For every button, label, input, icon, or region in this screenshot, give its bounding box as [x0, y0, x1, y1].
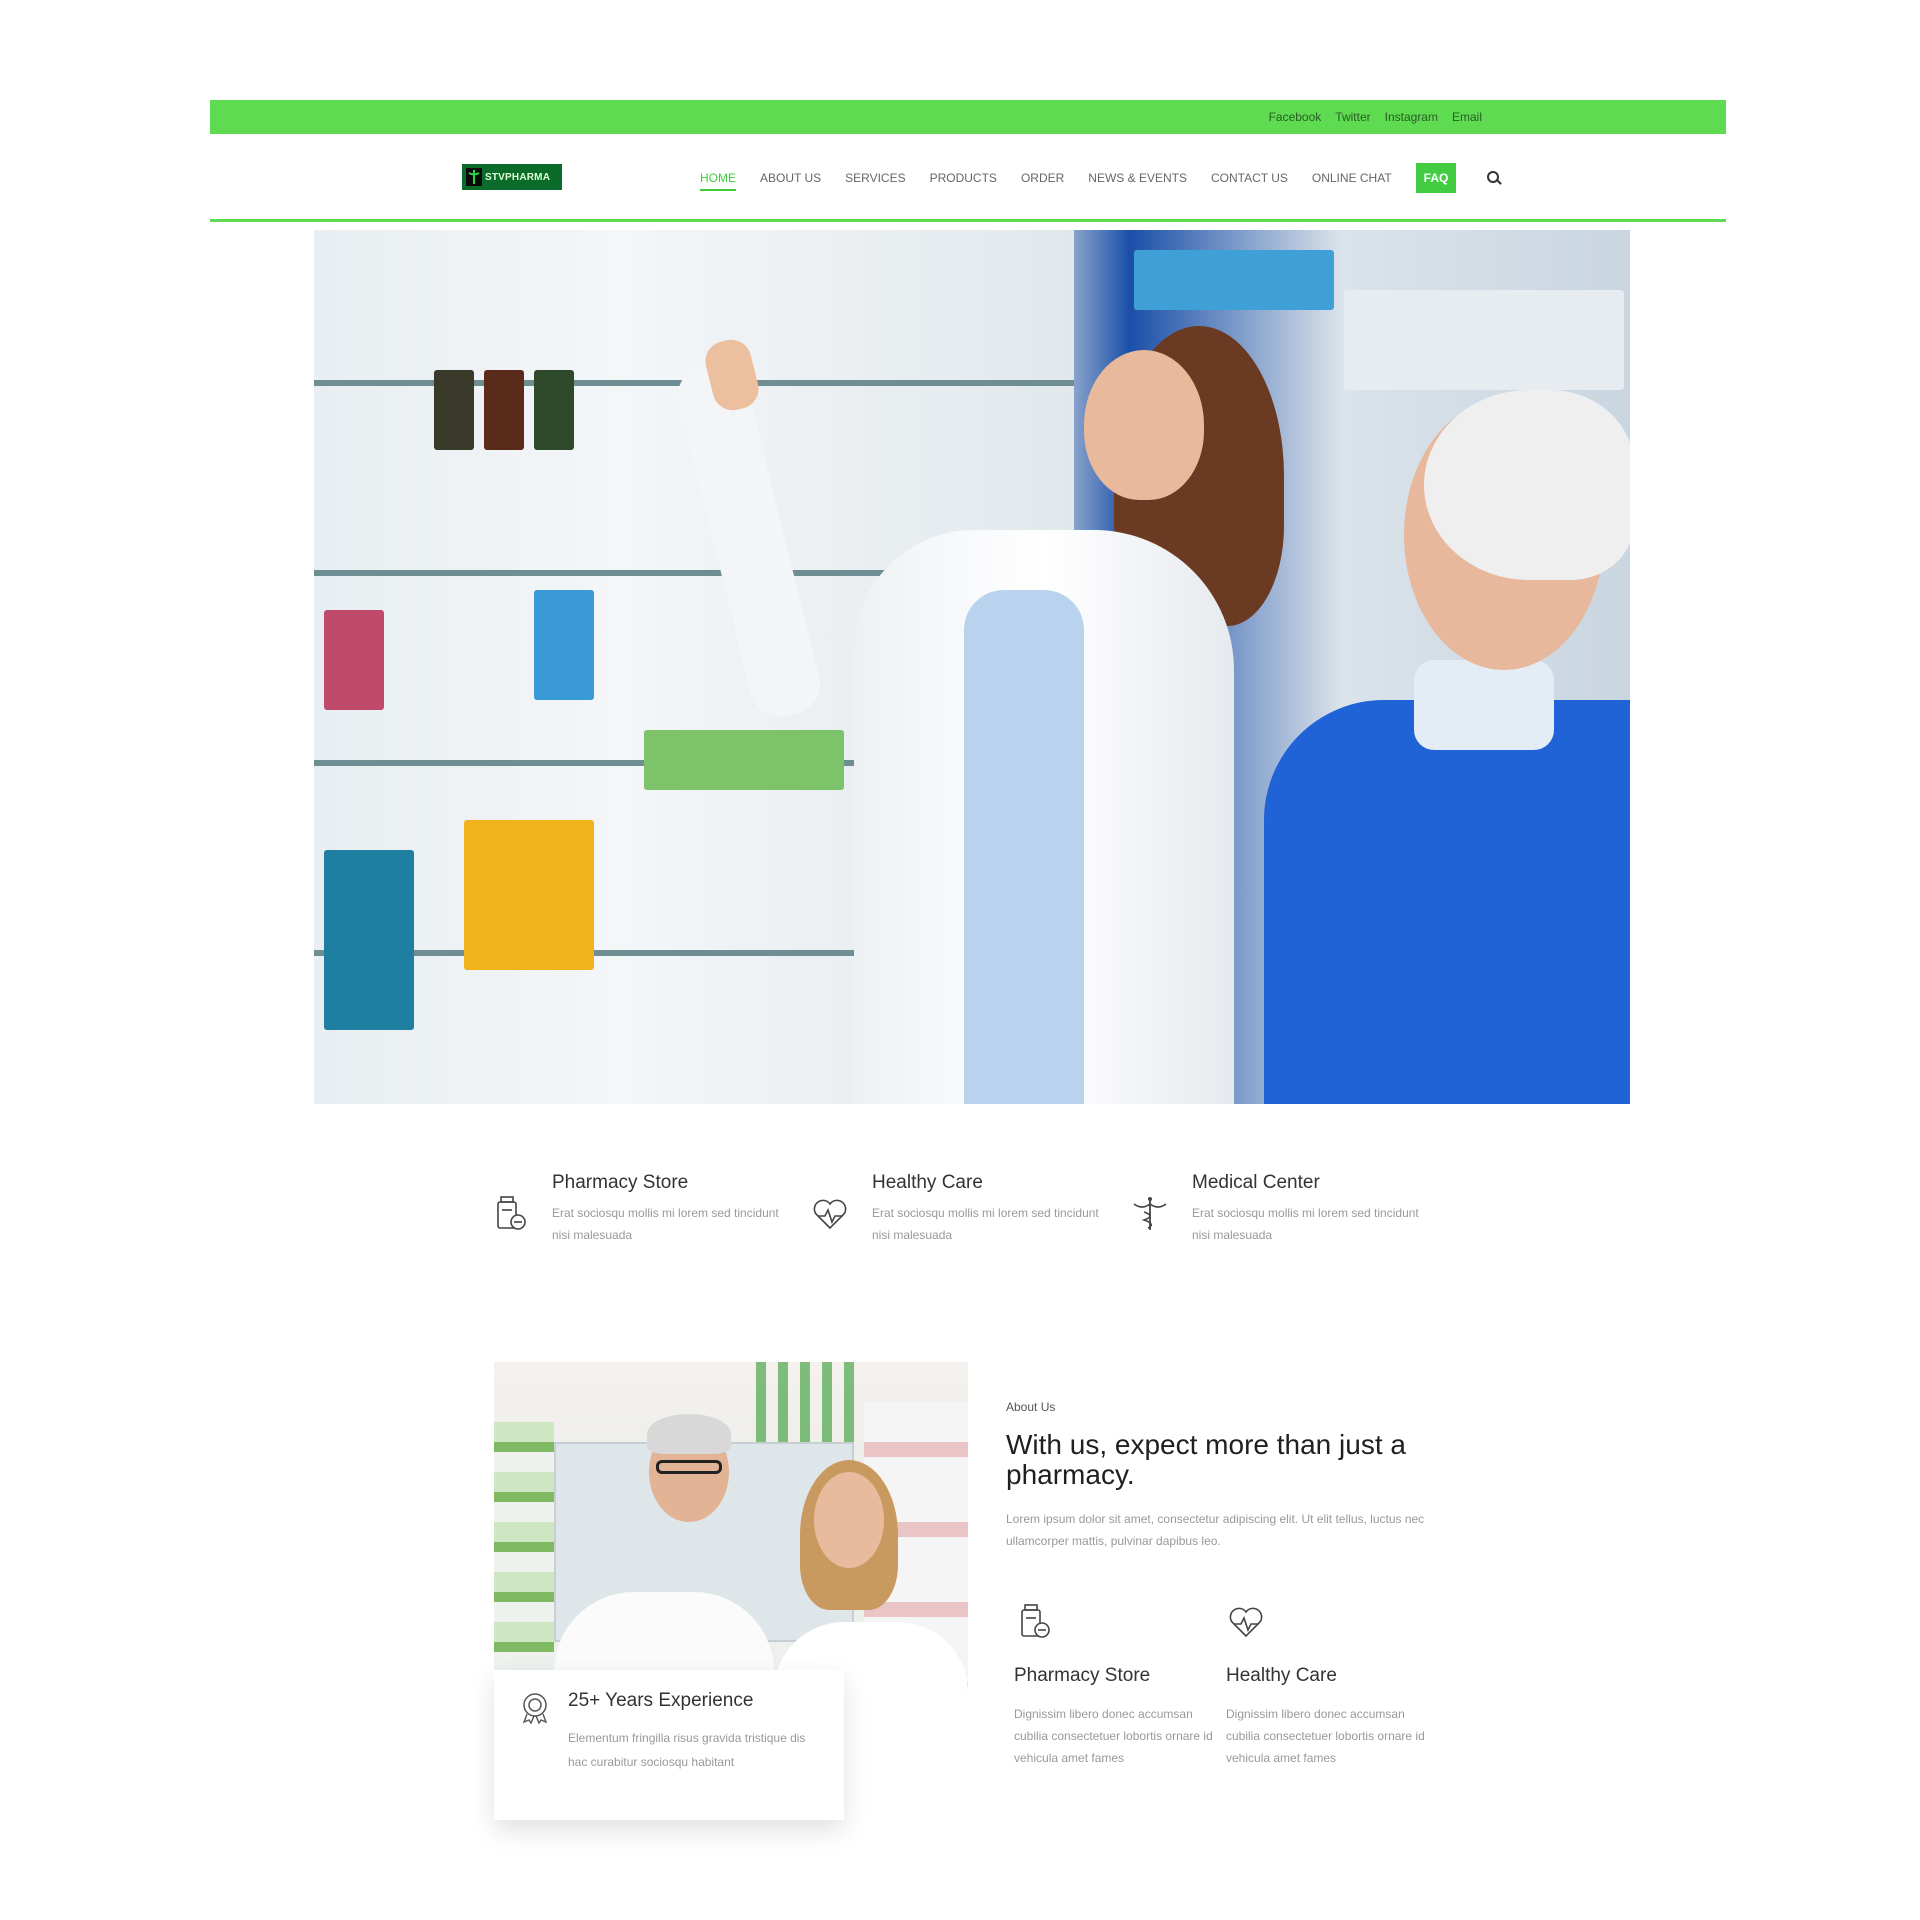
nav-online-chat[interactable]: ONLINE CHAT — [1312, 167, 1392, 189]
about-item-title: Healthy Care — [1226, 1665, 1337, 1686]
experience-text: Elementum fringilla risus gravida tristi… — [568, 1731, 806, 1769]
feature-text: Erat sociosqu mollis mi lorem sed tincid… — [1192, 1206, 1419, 1242]
bottle — [484, 370, 524, 450]
product-box — [644, 730, 844, 790]
doctor-hair — [647, 1414, 731, 1454]
faq-button[interactable]: FAQ — [1415, 163, 1457, 193]
facebook-link[interactable]: Facebook — [1269, 110, 1322, 124]
heart-pulse-icon — [813, 1199, 847, 1230]
feature-text: Erat sociosqu mollis mi lorem sed tincid… — [552, 1206, 779, 1242]
product-box — [324, 850, 414, 1030]
shelf — [494, 1422, 554, 1682]
nav-home[interactable]: HOME — [700, 167, 736, 191]
site-logo[interactable]: STVPHARMA — [462, 164, 562, 190]
product-box — [464, 820, 594, 970]
logo-icon — [466, 168, 482, 186]
instagram-link[interactable]: Instagram — [1385, 110, 1438, 124]
twitter-link[interactable]: Twitter — [1335, 110, 1370, 124]
heart-pulse-icon — [1229, 1607, 1263, 1638]
feature-title: Medical Center — [1192, 1172, 1320, 1193]
features-row: Pharmacy Store Erat sociosqu mollis mi l… — [490, 1172, 1450, 1246]
about-section: About Us With us, expect more than just … — [1006, 1400, 1446, 1552]
about-eyebrow: About Us — [1006, 1400, 1056, 1414]
about-lead: Lorem ipsum dolor sit amet, consectetur … — [1006, 1512, 1425, 1548]
site-header: STVPHARMA HOME ABOUT US SERVICES PRODUCT… — [210, 134, 1726, 222]
feature-medical-center: Medical Center Erat sociosqu mollis mi l… — [1130, 1172, 1450, 1246]
award-icon — [522, 1693, 548, 1724]
main-nav: HOME ABOUT US SERVICES PRODUCTS ORDER NE… — [700, 158, 1504, 198]
email-link[interactable]: Email — [1452, 110, 1482, 124]
product-box — [324, 610, 384, 710]
about-item-text: Dignissim libero donec accumsan cubilia … — [1014, 1707, 1213, 1765]
search-icon[interactable] — [1484, 168, 1504, 188]
nav-news-events[interactable]: NEWS & EVENTS — [1088, 167, 1187, 189]
pharmacist-face — [1084, 350, 1204, 500]
feature-pharmacy-store: Pharmacy Store Erat sociosqu mollis mi l… — [490, 1172, 810, 1246]
pharmacy-icon — [497, 1196, 526, 1230]
feature-title: Healthy Care — [872, 1172, 983, 1193]
nav-contact-us[interactable]: CONTACT US — [1211, 167, 1288, 189]
customer-sweater — [1264, 700, 1630, 1104]
experience-title: 25+ Years Experience — [568, 1690, 754, 1711]
top-bar: Facebook Twitter Instagram Email — [210, 100, 1726, 134]
experience-card: 25+ Years Experience Elementum fringilla… — [494, 1670, 844, 1820]
nav-order[interactable]: ORDER — [1021, 167, 1064, 189]
customer-hair — [1424, 390, 1630, 580]
feature-title: Pharmacy Store — [552, 1172, 689, 1193]
caduceus-icon — [1133, 1197, 1167, 1230]
product-box — [534, 590, 594, 700]
nav-services[interactable]: SERVICES — [845, 167, 905, 189]
product-box — [1134, 250, 1334, 310]
about-item-pharmacy-store: Pharmacy Store Dignissim libero donec ac… — [1014, 1602, 1214, 1769]
bottle — [534, 370, 574, 450]
about-heading: With us, expect more than just a pharmac… — [1006, 1429, 1406, 1490]
feature-healthy-care: Healthy Care Erat sociosqu mollis mi lor… — [810, 1172, 1130, 1246]
logo-text: STVPHARMA — [485, 171, 551, 183]
about-item-title: Pharmacy Store — [1014, 1665, 1151, 1686]
nurse-face — [814, 1472, 884, 1568]
product-box — [1344, 290, 1624, 390]
customer-collar — [1414, 660, 1554, 750]
nav-products[interactable]: PRODUCTS — [930, 167, 997, 189]
pharmacist-shirt — [964, 590, 1084, 1104]
bottle — [434, 370, 474, 450]
hero-image — [314, 230, 1630, 1104]
about-item-healthy-care: Healthy Care Dignissim libero donec accu… — [1226, 1602, 1426, 1769]
bottles — [744, 1362, 854, 1442]
about-item-text: Dignissim libero donec accumsan cubilia … — [1226, 1707, 1425, 1765]
nav-about-us[interactable]: ABOUT US — [760, 167, 821, 189]
doctor-glasses — [656, 1460, 722, 1474]
feature-text: Erat sociosqu mollis mi lorem sed tincid… — [872, 1206, 1099, 1242]
pharmacy-icon — [1021, 1604, 1050, 1638]
